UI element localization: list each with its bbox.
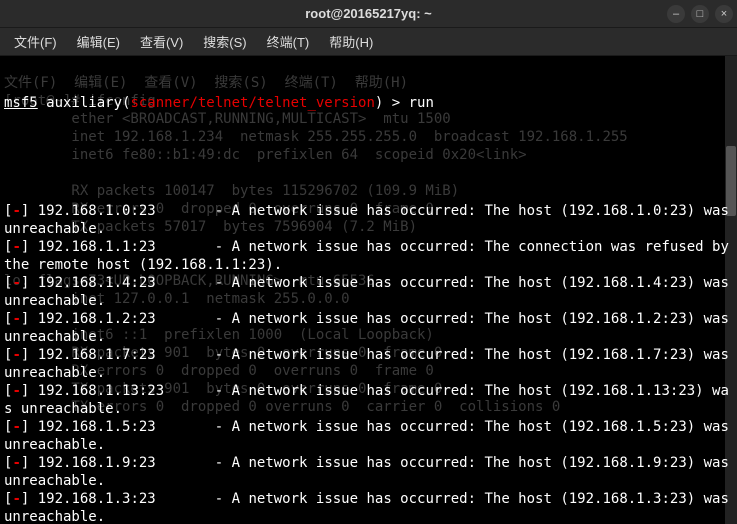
scan-result-line: [-] 192.168.1.0:23 - A network issue has…	[4, 202, 733, 238]
host-address: 192.168.1.9:23	[38, 455, 215, 471]
error-icon: -	[12, 491, 20, 507]
menu-edit[interactable]: 编辑(E)	[67, 28, 130, 55]
host-address: 192.168.1.2:23	[38, 311, 215, 327]
maximize-button[interactable]: □	[691, 5, 709, 23]
window-titlebar: root@20165217yq: ~ – □ ×	[0, 0, 737, 28]
scan-result-line: [-] 192.168.1.9:23 - A network issue has…	[4, 454, 733, 490]
scan-result-line: [-] 192.168.1.1:23 - A network issue has…	[4, 238, 733, 274]
menu-view[interactable]: 查看(V)	[130, 28, 193, 55]
scanner-module: scanner/telnet/telnet_version	[130, 95, 374, 111]
command: run	[409, 95, 434, 111]
menu-search[interactable]: 搜索(S)	[193, 28, 256, 55]
close-button[interactable]: ×	[715, 5, 733, 23]
msf-prompt: msf5	[4, 95, 38, 111]
scan-result-line: [-] 192.168.1.5:23 - A network issue has…	[4, 418, 733, 454]
minimize-button[interactable]: –	[667, 5, 685, 23]
menubar: 文件(F) 编辑(E) 查看(V) 搜索(S) 终端(T) 帮助(H)	[0, 28, 737, 56]
menu-file[interactable]: 文件(F)	[4, 28, 67, 55]
host-address: 192.168.1.1:23	[38, 239, 215, 255]
prompt-line: msf5 auxiliary(scanner/telnet/telnet_ver…	[4, 94, 733, 112]
host-address: 192.168.1.4:23	[38, 275, 215, 291]
error-icon: -	[12, 275, 20, 291]
error-icon: -	[12, 383, 20, 399]
host-address: 192.168.1.7:23	[38, 347, 215, 363]
scan-result-line: [-] 192.168.1.7:23 - A network issue has…	[4, 346, 733, 382]
error-icon: -	[12, 311, 20, 327]
host-address: 192.168.1.0:23	[38, 203, 215, 219]
error-icon: -	[12, 203, 20, 219]
window-controls: – □ ×	[667, 5, 733, 23]
scan-result-line: [-] 192.168.1.2:23 - A network issue has…	[4, 310, 733, 346]
error-icon: -	[12, 239, 20, 255]
host-address: 192.168.1.13:23	[38, 383, 215, 399]
scan-result-line: [-] 192.168.1.4:23 - A network issue has…	[4, 274, 733, 310]
terminal-output[interactable]: 文件(F) 编辑(E) 查看(V) 搜索(S) 终端(T) 帮助(H) [roo…	[0, 56, 737, 524]
scan-result-line: [-] 192.168.1.3:23 - A network issue has…	[4, 490, 733, 524]
menu-help[interactable]: 帮助(H)	[319, 28, 383, 55]
error-icon: -	[12, 419, 20, 435]
window-title: root@20165217yq: ~	[305, 6, 432, 21]
host-address: 192.168.1.3:23	[38, 491, 215, 507]
host-address: 192.168.1.5:23	[38, 419, 215, 435]
scan-result-line: [-] 192.168.1.13:23 - A network issue ha…	[4, 382, 733, 418]
error-icon: -	[12, 455, 20, 471]
error-icon: -	[12, 347, 20, 363]
menu-terminal[interactable]: 终端(T)	[257, 28, 320, 55]
